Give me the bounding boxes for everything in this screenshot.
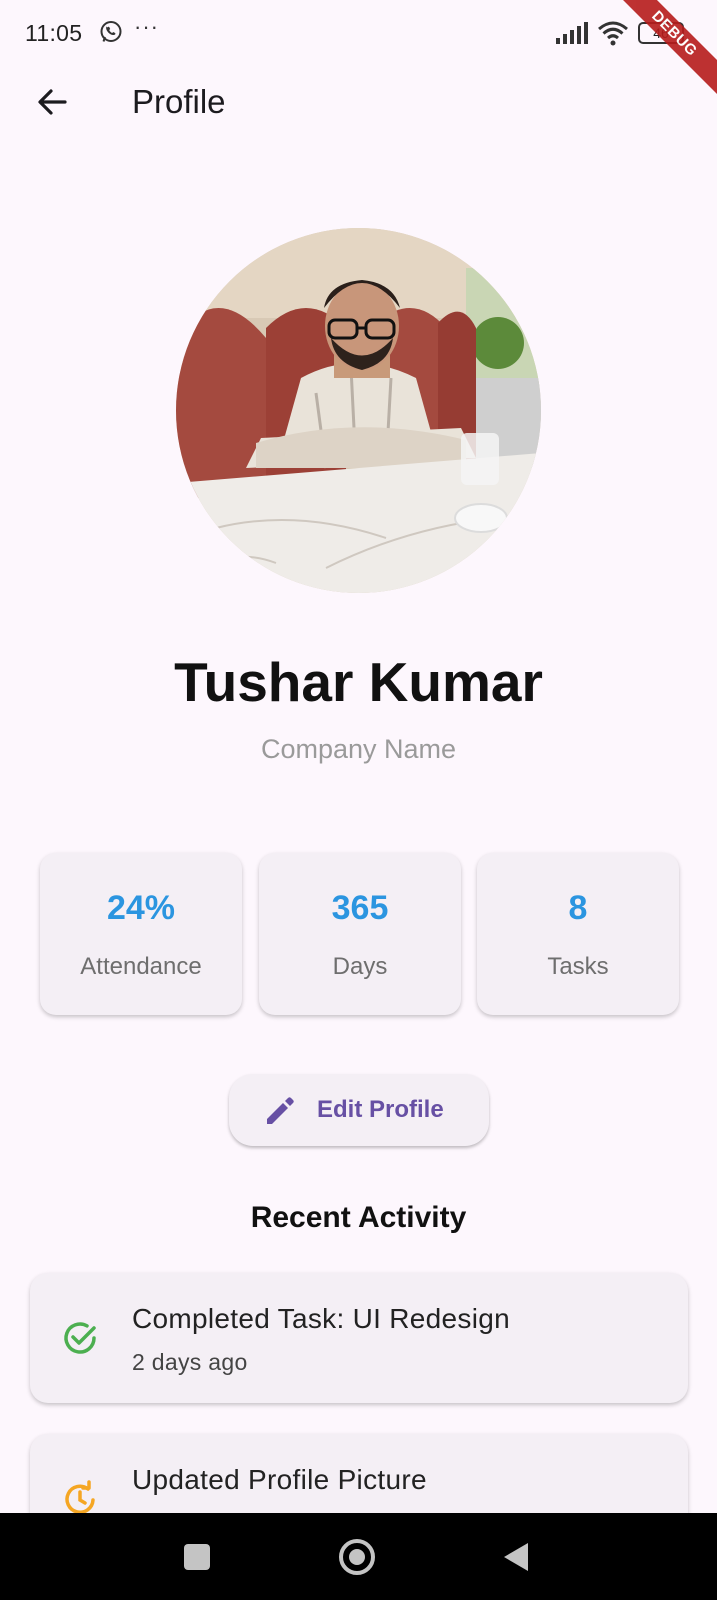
activity-item[interactable]: Completed Task: UI Redesign 2 days ago	[30, 1273, 688, 1403]
more-notifications-indicator: ···	[134, 14, 159, 39]
stat-value: 8	[568, 889, 588, 927]
edit-profile-button[interactable]: Edit Profile	[229, 1074, 489, 1146]
wifi-icon	[598, 21, 628, 46]
system-nav-bar	[0, 1513, 717, 1600]
recent-activity-heading: Recent Activity	[250, 1201, 467, 1234]
avatar	[176, 228, 541, 593]
pencil-icon	[267, 1097, 294, 1124]
edit-profile-label: Edit Profile	[317, 1096, 444, 1123]
back-button[interactable]	[30, 80, 74, 124]
system-back-button[interactable]	[504, 1543, 528, 1571]
stat-label: Tasks	[547, 953, 609, 980]
arrow-left-icon	[38, 89, 67, 115]
activity-title: Updated Profile Picture	[132, 1464, 427, 1495]
profile-screen: 11:05 ··· 46 DEBUG	[0, 0, 717, 1600]
stat-value: 24%	[106, 889, 176, 927]
signal-icon	[556, 22, 588, 44]
activity-title: Completed Task: UI Redesign	[132, 1303, 510, 1334]
status-time: 11:05	[25, 20, 83, 46]
activity-time: 2 days ago	[132, 1349, 248, 1375]
app-bar: Profile	[0, 66, 717, 138]
stat-value: 365	[331, 889, 389, 927]
stat-label: Days	[332, 953, 388, 980]
stat-card-attendance: 24% Attendance	[40, 853, 242, 1015]
check-circle-icon	[64, 1322, 96, 1354]
company-name: Company Name	[260, 734, 457, 764]
stat-card-tasks: 8 Tasks	[477, 853, 679, 1015]
home-button[interactable]	[339, 1539, 375, 1575]
stat-label: Attendance	[80, 953, 202, 980]
whatsapp-icon	[100, 21, 122, 42]
page-title: Profile	[132, 83, 226, 120]
profile-photo	[176, 228, 541, 593]
status-bar: 11:05 ··· 46 DEBUG	[0, 0, 717, 103]
stat-card-days: 365 Days	[259, 853, 461, 1015]
profile-name: Tushar Kumar	[174, 651, 543, 713]
recents-button[interactable]	[184, 1544, 210, 1570]
